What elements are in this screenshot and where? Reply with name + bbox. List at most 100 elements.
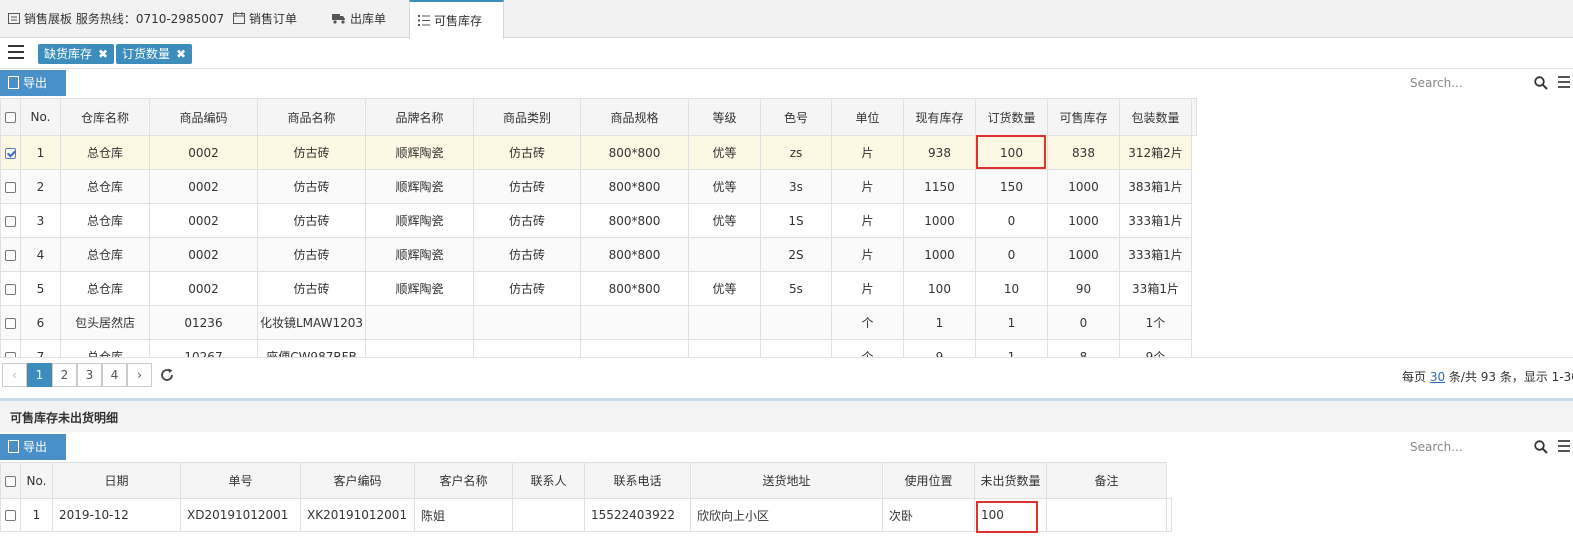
select-all-cell[interactable]: [0, 98, 21, 136]
export-button[interactable]: 导出: [0, 434, 66, 460]
table-row[interactable]: 5 总仓库 0002 仿古砖 顺辉陶瓷 仿古砖 800*800 优等 5s 片 100 10 90 33箱…: [0, 271, 1197, 306]
table-row[interactable]: 4 总仓库 0002 仿古砖 顺辉陶瓷 仿古砖 800*800 2S 片 1000 0 1000 333…: [0, 237, 1197, 272]
filter-chip-order-qty[interactable]: 订货数量 ✖: [116, 44, 193, 64]
page-button[interactable]: 4: [102, 363, 127, 387]
column-header[interactable]: 单号: [180, 462, 301, 499]
table-row[interactable]: 2 总仓库 0002 仿古砖 顺辉陶瓷 仿古砖 800*800 优等 3s 片 1150 150 100…: [0, 169, 1197, 204]
row-select-cell[interactable]: [0, 498, 21, 532]
tab-label: 可售库存: [434, 14, 483, 28]
table-cell: 838: [1047, 135, 1120, 170]
column-header[interactable]: 联系电话: [584, 462, 691, 499]
refresh-icon[interactable]: [160, 368, 174, 382]
table-cell: 0002: [149, 237, 258, 272]
export-button[interactable]: 导出: [0, 70, 66, 96]
column-header[interactable]: 订货数量: [975, 98, 1048, 136]
table-row[interactable]: 1 2019-10-12 XD20191012001 XK20191012001 陈姐 1…: [0, 498, 1172, 532]
table-cell: 0002: [149, 203, 258, 238]
filter-chip-out-of-stock[interactable]: 缺货库存 ✖: [38, 44, 115, 64]
row-select-cell[interactable]: [0, 237, 21, 272]
close-icon[interactable]: ✖: [176, 47, 186, 61]
table-cell: 333箱1片: [1119, 203, 1192, 238]
column-header[interactable]: 客户编码: [300, 462, 415, 499]
column-header[interactable]: 可售库存: [1047, 98, 1120, 136]
column-header[interactable]: No.: [20, 98, 61, 136]
column-header[interactable]: 单位: [831, 98, 904, 136]
column-header[interactable]: 送货地址: [690, 462, 883, 499]
row-select-cell[interactable]: [0, 135, 21, 170]
column-header[interactable]: 品牌名称: [365, 98, 474, 136]
select-all-checkbox[interactable]: [5, 475, 16, 487]
columns-list-icon[interactable]: [1558, 76, 1570, 88]
dashboard-icon: [8, 1, 20, 39]
select-all-checkbox[interactable]: [5, 112, 16, 123]
column-header[interactable]: 联系人: [512, 462, 585, 499]
page-button[interactable]: 3: [77, 363, 102, 387]
row-checkbox[interactable]: [5, 510, 16, 521]
table-cell: 顺辉陶瓷: [365, 203, 474, 238]
column-header[interactable]: 色号: [760, 98, 832, 136]
stock-table: No. 仓库名称 商品编码 商品名称 品牌名称 商品类别 商品规格 等级 色号 …: [0, 98, 1197, 374]
select-all-cell[interactable]: [0, 462, 21, 499]
row-select-cell[interactable]: [0, 203, 21, 238]
column-header[interactable]: 日期: [52, 462, 181, 499]
hamburger-menu-icon[interactable]: [8, 45, 24, 61]
table-cell: 800*800: [580, 203, 689, 238]
table-cell: 顺辉陶瓷: [365, 271, 474, 306]
search-input[interactable]: [1410, 435, 1530, 459]
table-cell: 欣欣向上小区: [690, 498, 883, 532]
column-header[interactable]: 包装数量: [1119, 98, 1192, 136]
excel-icon: [8, 76, 19, 89]
column-header[interactable]: No.: [20, 462, 53, 499]
next-page-button[interactable]: ›: [127, 363, 152, 387]
column-header[interactable]: 商品类别: [473, 98, 581, 136]
row-checkbox[interactable]: [5, 181, 16, 193]
row-checkbox[interactable]: [5, 317, 16, 329]
table-cell-empty: [1191, 305, 1197, 340]
row-select-cell[interactable]: [0, 305, 21, 340]
table-cell: 仿古砖: [473, 237, 581, 272]
column-header[interactable]: 现有库存: [903, 98, 976, 136]
table-cell: 总仓库: [60, 203, 150, 238]
row-checkbox[interactable]: [5, 249, 16, 261]
search-icon[interactable]: [1534, 76, 1548, 90]
table-cell: 1: [975, 305, 1048, 340]
prev-page-button[interactable]: ‹: [2, 363, 27, 387]
row-checkbox[interactable]: [5, 215, 16, 227]
close-icon[interactable]: ✖: [98, 47, 108, 61]
search-input[interactable]: [1410, 71, 1530, 95]
search-icon[interactable]: [1534, 440, 1548, 454]
table-row[interactable]: 6 包头居然店 01236 化妆镜LMAW1203 个 1 1 0 1个: [0, 305, 1197, 340]
table-cell: 1: [20, 135, 61, 170]
column-header[interactable]: 仓库名称: [60, 98, 150, 136]
table-cell: 1S: [760, 203, 832, 238]
row-checkbox[interactable]: [5, 147, 16, 159]
column-header[interactable]: 商品规格: [580, 98, 689, 136]
page-button[interactable]: 2: [52, 363, 77, 387]
table-row[interactable]: 1 总仓库 0002 仿古砖 顺辉陶瓷 仿古砖 800*800 优等 zs 片 938 100 838 3…: [0, 135, 1197, 170]
export-label: 导出: [23, 76, 48, 90]
table-header-row: No. 日期 单号 客户编码 客户名称 联系人 联系电话 送货地址 使用位置 未…: [0, 462, 1172, 499]
tab-available-stock[interactable]: 可售库存: [409, 0, 504, 39]
tab-sales-order[interactable]: 销售订单: [233, 0, 297, 38]
columns-list-icon[interactable]: [1558, 440, 1570, 452]
tab-sales-dashboard[interactable]: 销售展板 服务热线：0710-2985007: [8, 0, 224, 38]
tab-outbound[interactable]: 出库单: [332, 0, 386, 38]
row-select-cell[interactable]: [0, 271, 21, 306]
table-cell: 优等: [688, 203, 761, 238]
page-button[interactable]: 1: [27, 363, 52, 387]
column-header[interactable]: 客户名称: [414, 462, 513, 499]
column-header[interactable]: 未出货数量: [974, 462, 1047, 499]
table-cell-empty: [1191, 135, 1197, 170]
per-page-link[interactable]: 30: [1430, 370, 1445, 384]
table-row[interactable]: 3 总仓库 0002 仿古砖 顺辉陶瓷 仿古砖 800*800 优等 1S 片 1000 0 1000 3…: [0, 203, 1197, 238]
row-checkbox[interactable]: [5, 283, 16, 295]
column-header[interactable]: 备注: [1046, 462, 1167, 499]
row-select-cell[interactable]: [0, 169, 21, 204]
column-header[interactable]: 使用位置: [882, 462, 975, 499]
column-header[interactable]: 商品编码: [149, 98, 258, 136]
table-cell-empty: [1191, 271, 1197, 306]
table-cell: zs: [760, 135, 832, 170]
column-header[interactable]: 商品名称: [257, 98, 366, 136]
column-header[interactable]: 等级: [688, 98, 761, 136]
table-cell: 顺辉陶瓷: [365, 135, 474, 170]
